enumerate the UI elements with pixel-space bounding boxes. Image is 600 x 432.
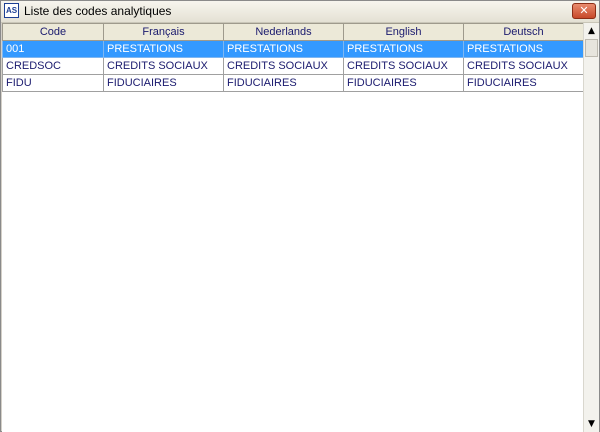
column-header-nederlands[interactable]: Nederlands	[223, 23, 344, 41]
scroll-up-arrow-icon[interactable]: ▲	[584, 23, 599, 39]
vertical-scrollbar[interactable]: ▲ ▼	[583, 23, 599, 432]
cell-deutsch[interactable]: CREDITS SOCIAUX	[463, 57, 584, 75]
column-header-francais[interactable]: Français	[103, 23, 224, 41]
cell-francais[interactable]: FIDUCIAIRES	[103, 74, 224, 92]
scrollbar-thumb[interactable]	[585, 39, 598, 57]
window: AS Liste des codes analytiques ✕ Code Fr…	[0, 0, 600, 432]
cell-francais[interactable]: CREDITS SOCIAUX	[103, 57, 224, 75]
cell-deutsch[interactable]: PRESTATIONS	[463, 40, 584, 58]
cell-english[interactable]: PRESTATIONS	[343, 40, 464, 58]
app-icon: AS	[4, 3, 19, 18]
table-row[interactable]: 001 PRESTATIONS PRESTATIONS PRESTATIONS …	[2, 40, 584, 58]
close-button[interactable]: ✕	[572, 3, 596, 19]
table-row[interactable]: FIDU FIDUCIAIRES FIDUCIAIRES FIDUCIAIRES…	[2, 74, 584, 92]
content-area: Code Français Nederlands English Deutsch…	[2, 23, 599, 432]
table-row[interactable]: CREDSOC CREDITS SOCIAUX CREDITS SOCIAUX …	[2, 57, 584, 75]
codes-grid: Code Français Nederlands English Deutsch…	[2, 23, 584, 432]
title-bar[interactable]: AS Liste des codes analytiques ✕	[1, 1, 599, 23]
cell-code[interactable]: 001	[2, 40, 104, 58]
cell-francais[interactable]: PRESTATIONS	[103, 40, 224, 58]
header-row: Code Français Nederlands English Deutsch	[2, 23, 584, 41]
cell-english[interactable]: CREDITS SOCIAUX	[343, 57, 464, 75]
cell-english[interactable]: FIDUCIAIRES	[343, 74, 464, 92]
cell-nederlands[interactable]: PRESTATIONS	[223, 40, 344, 58]
column-header-english[interactable]: English	[343, 23, 464, 41]
cell-nederlands[interactable]: FIDUCIAIRES	[223, 74, 344, 92]
cell-deutsch[interactable]: FIDUCIAIRES	[463, 74, 584, 92]
scroll-down-arrow-icon[interactable]: ▼	[584, 416, 599, 432]
cell-code[interactable]: CREDSOC	[2, 57, 104, 75]
cell-nederlands[interactable]: CREDITS SOCIAUX	[223, 57, 344, 75]
window-title: Liste des codes analytiques	[24, 4, 172, 18]
column-header-deutsch[interactable]: Deutsch	[463, 23, 584, 41]
column-header-code[interactable]: Code	[2, 23, 104, 41]
cell-code[interactable]: FIDU	[2, 74, 104, 92]
codes-table: Code Français Nederlands English Deutsch…	[2, 23, 584, 92]
